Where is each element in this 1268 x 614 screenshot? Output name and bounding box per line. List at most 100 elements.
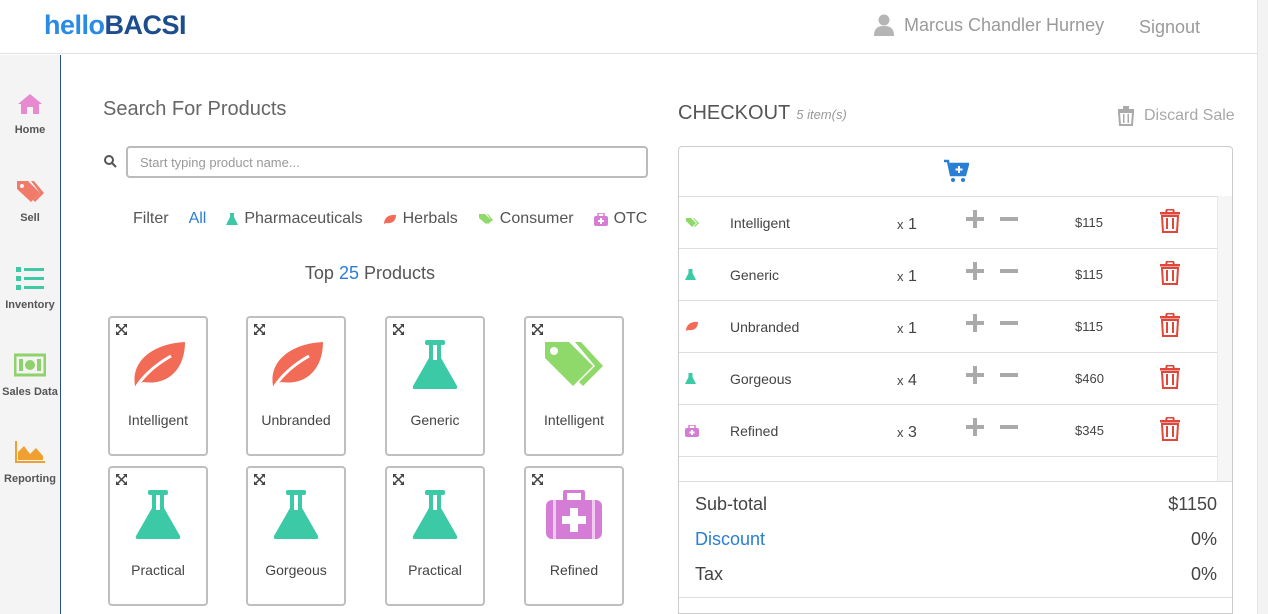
checkout-row: Unbranded x 1 $115 xyxy=(679,301,1217,353)
sidebar-item-sales-data[interactable]: Sales Data xyxy=(0,353,60,398)
discount-link[interactable]: Discount xyxy=(695,529,765,549)
plus-icon[interactable] xyxy=(965,417,985,437)
subtotal-row: Sub-total $1150 xyxy=(695,494,1217,515)
expand-icon[interactable] xyxy=(531,323,544,336)
top-products-prefix: Top xyxy=(304,263,334,283)
leaf-icon xyxy=(686,321,698,331)
flask-icon xyxy=(685,373,696,384)
plus-icon[interactable] xyxy=(965,261,985,281)
checkout-item-list: Intelligent x 1 $115 Generic x 1 $115 Un… xyxy=(679,196,1217,481)
checkout-item-price: $345 xyxy=(1075,423,1104,438)
product-card[interactable]: Gorgeous xyxy=(246,466,346,606)
sidebar-item-home[interactable]: Home xyxy=(0,93,60,136)
tags-icon xyxy=(17,181,44,202)
product-card[interactable]: Practical xyxy=(108,466,208,606)
discard-sale-button[interactable]: Discard Sale xyxy=(1117,106,1235,126)
sidebar-item-label: Home xyxy=(14,124,46,136)
flask-icon xyxy=(685,269,696,280)
trash-icon[interactable] xyxy=(1159,365,1181,389)
flask-icon xyxy=(135,490,181,539)
filter-otc[interactable]: OTC xyxy=(593,210,647,228)
search-input[interactable] xyxy=(126,146,648,178)
user-icon xyxy=(874,14,894,36)
trash-icon[interactable] xyxy=(1159,261,1181,285)
product-name: Practical xyxy=(408,562,462,578)
checkout-item-qty: x 1 xyxy=(897,216,917,234)
product-card[interactable]: Intelligent xyxy=(524,316,624,456)
filter-pharmaceuticals[interactable]: Pharmaceuticals xyxy=(226,210,363,228)
filter-option-label: Pharmaceuticals xyxy=(244,210,363,227)
minus-icon[interactable] xyxy=(999,209,1019,229)
medkit-icon xyxy=(593,212,608,226)
expand-icon[interactable] xyxy=(115,323,128,336)
checkout-item-qty: x 1 xyxy=(897,268,917,286)
sidebar: Home Sell Inventory Sales Data Reporting xyxy=(0,55,61,614)
expand-icon[interactable] xyxy=(392,323,405,336)
plus-icon[interactable] xyxy=(965,209,985,229)
filter-consumer[interactable]: Consumer xyxy=(478,210,574,228)
flask-icon xyxy=(412,490,458,539)
minus-icon[interactable] xyxy=(999,417,1019,437)
expand-icon[interactable] xyxy=(115,473,128,486)
product-card[interactable]: Refined xyxy=(524,466,624,606)
expand-icon[interactable] xyxy=(253,323,266,336)
checkout-item-price: $115 xyxy=(1075,319,1103,334)
checkout-row: Gorgeous x 4 $460 xyxy=(679,353,1217,405)
qty-value: 4 xyxy=(907,372,917,389)
trash-icon[interactable] xyxy=(1159,417,1181,441)
signout-link[interactable]: Signout xyxy=(1139,17,1200,38)
top-products-heading: Top 25 Products xyxy=(220,263,520,284)
flask-icon xyxy=(226,212,239,225)
checkout-panel: Intelligent x 1 $115 Generic x 1 $115 Un… xyxy=(678,146,1233,614)
expand-icon[interactable] xyxy=(531,473,544,486)
search-title: Search For Products xyxy=(103,98,287,120)
plus-icon[interactable] xyxy=(965,365,985,385)
minus-icon[interactable] xyxy=(999,313,1019,333)
trash-icon[interactable] xyxy=(1159,209,1181,233)
sidebar-item-reporting[interactable]: Reporting xyxy=(0,440,60,485)
product-card[interactable]: Generic xyxy=(385,316,485,456)
checkout-item-name: Generic xyxy=(730,267,780,283)
minus-icon[interactable] xyxy=(999,365,1019,385)
minus-icon[interactable] xyxy=(999,261,1019,281)
filter-all[interactable]: All xyxy=(189,210,207,228)
search-icon xyxy=(104,155,117,168)
sidebar-item-sell[interactable]: Sell xyxy=(0,179,60,224)
trash-icon[interactable] xyxy=(1159,313,1181,337)
tags-icon xyxy=(478,214,493,224)
user-profile[interactable]: Marcus Chandler Hurney xyxy=(874,14,1104,36)
expand-icon[interactable] xyxy=(253,473,266,486)
product-name: Unbranded xyxy=(261,412,331,428)
divider xyxy=(679,597,1232,598)
filter-herbals[interactable]: Herbals xyxy=(383,210,458,228)
top-bar: helloBACSI Marcus Chandler Hurney Signou… xyxy=(0,0,1268,54)
tax-label: Tax xyxy=(695,564,724,584)
checkout-row: Generic x 1 $115 xyxy=(679,249,1217,301)
qty-prefix: x xyxy=(897,269,904,284)
area-chart-icon xyxy=(15,441,45,463)
sidebar-item-label: Reporting xyxy=(4,473,56,485)
product-name: Refined xyxy=(549,562,599,578)
product-card[interactable]: Unbranded xyxy=(246,316,346,456)
product-name: Intelligent xyxy=(128,412,188,428)
expand-icon[interactable] xyxy=(392,473,405,486)
qty-prefix: x xyxy=(897,321,904,336)
checkout-heading: CHECKOUT xyxy=(678,102,791,124)
product-card[interactable]: Practical xyxy=(385,466,485,606)
sidebar-item-label: Sales Data xyxy=(2,386,58,398)
page-scrollbar[interactable] xyxy=(1257,0,1268,614)
qty-value: 1 xyxy=(907,216,917,233)
sidebar-item-label: Inventory xyxy=(5,299,55,311)
checkout-list-scrollbar[interactable] xyxy=(1217,196,1232,481)
tax-row: Tax 0% xyxy=(695,564,1217,585)
plus-icon[interactable] xyxy=(965,313,985,333)
add-to-cart-icon[interactable] xyxy=(943,159,969,183)
medkit-icon xyxy=(685,425,699,437)
product-card[interactable]: Intelligent xyxy=(108,316,208,456)
user-name: Marcus Chandler Hurney xyxy=(904,14,1105,35)
app-logo[interactable]: helloBACSI xyxy=(44,10,187,41)
checkout-item-name: Refined xyxy=(730,423,779,439)
qty-value: 3 xyxy=(907,424,917,441)
discount-row: Discount 0% xyxy=(695,529,1217,550)
sidebar-item-inventory[interactable]: Inventory xyxy=(0,266,60,311)
